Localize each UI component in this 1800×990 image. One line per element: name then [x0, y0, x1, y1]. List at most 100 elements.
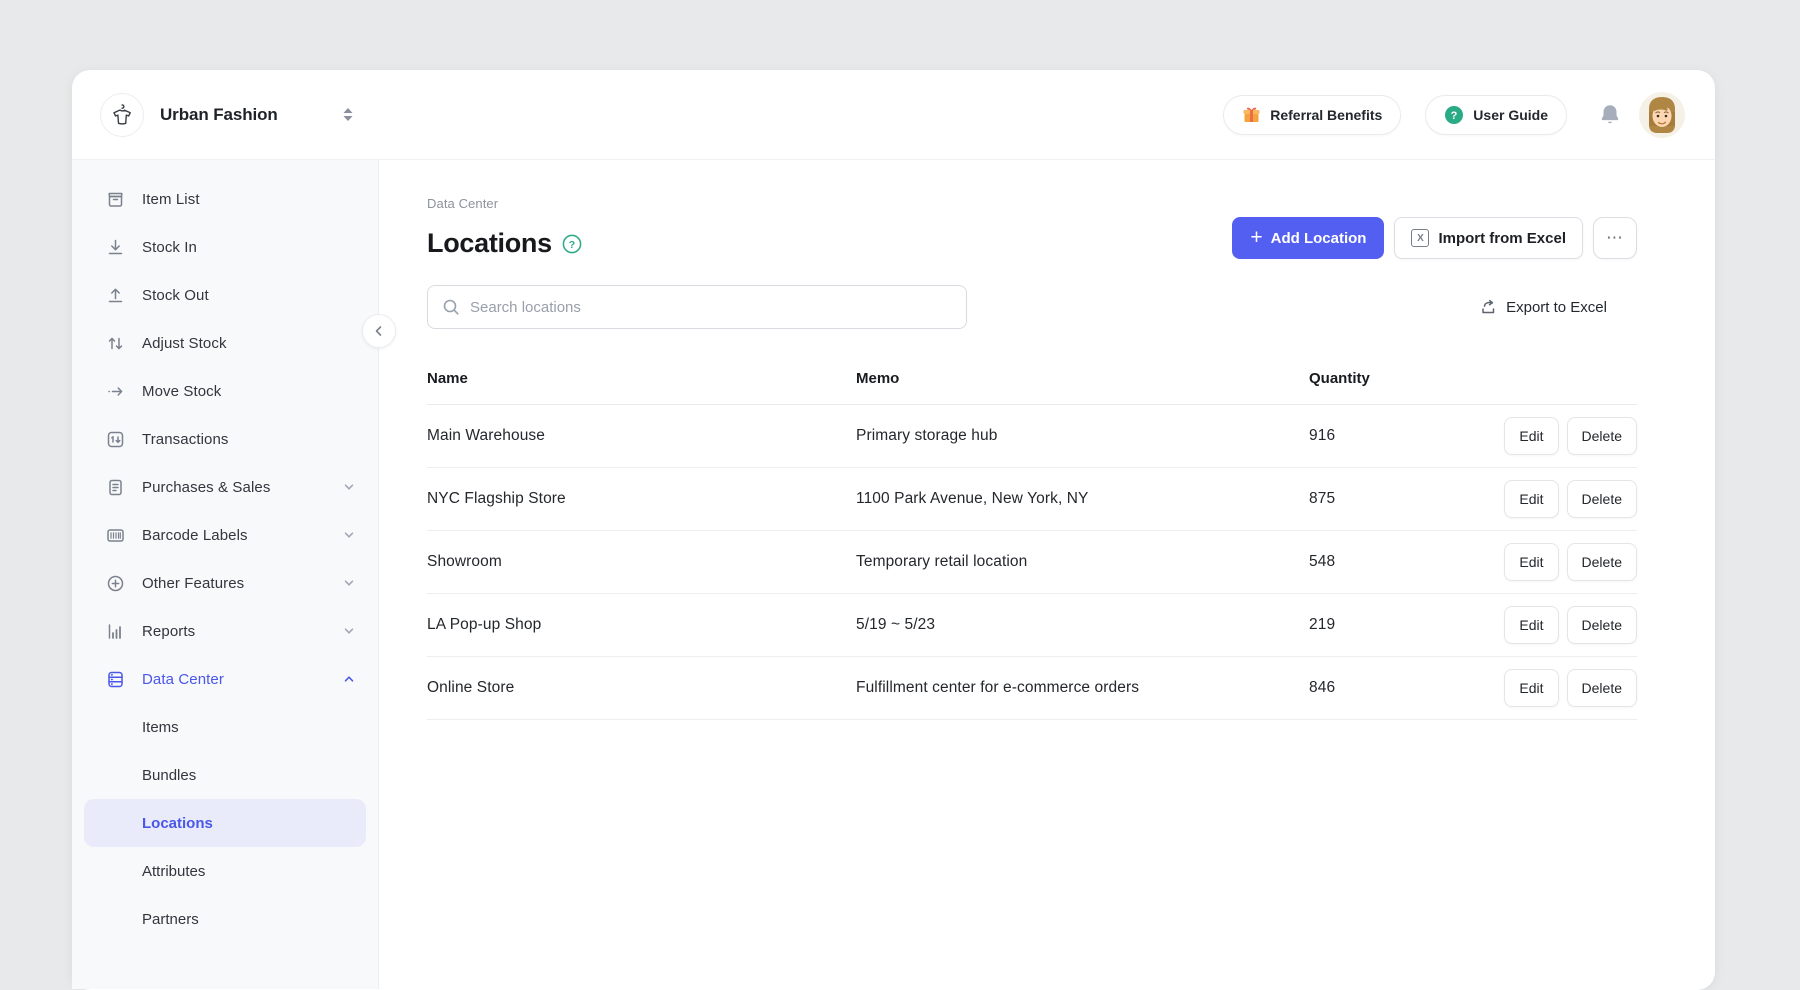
sidebar-subitem-attributes[interactable]: Attributes: [84, 847, 366, 895]
column-header-quantity: Quantity: [1309, 370, 1449, 387]
help-filled-icon: ?: [1444, 105, 1464, 125]
user-guide-label: User Guide: [1473, 107, 1548, 123]
search-icon: [442, 298, 460, 316]
cell-name: Online Store: [427, 679, 856, 697]
ellipsis-icon: ⋯: [1606, 228, 1624, 248]
barcode-icon: [105, 526, 125, 545]
sidebar-collapse-button[interactable]: [362, 314, 396, 348]
user-guide-button[interactable]: ? User Guide: [1425, 95, 1567, 135]
add-location-button[interactable]: + Add Location: [1232, 217, 1384, 259]
export-icon: [1479, 298, 1497, 316]
cell-memo: 1100 Park Avenue, New York, NY: [856, 490, 1309, 508]
referral-benefits-button[interactable]: Referral Benefits: [1223, 95, 1401, 135]
cell-quantity: 548: [1309, 553, 1449, 571]
cell-memo: Temporary retail location: [856, 553, 1309, 571]
move-arrow-icon: [105, 382, 125, 401]
cell-name: NYC Flagship Store: [427, 490, 856, 508]
sidebar-item-move-stock[interactable]: Move Stock: [72, 367, 378, 415]
main-content: Data Center Locations ? + Add Location: [379, 160, 1715, 989]
sidebar-subitem-bundles[interactable]: Bundles: [84, 751, 366, 799]
column-header-memo: Memo: [856, 370, 1309, 387]
sidebar-item-stock-in[interactable]: Stock In: [72, 223, 378, 271]
page-title: Locations: [427, 228, 552, 259]
chevron-down-icon: [342, 528, 356, 542]
chevron-up-icon: [342, 672, 356, 686]
locations-table: Name Memo Quantity Main WarehousePrimary…: [427, 353, 1637, 720]
sidebar-item-barcode-labels[interactable]: Barcode Labels: [72, 511, 378, 559]
delete-button[interactable]: Delete: [1567, 669, 1637, 707]
package-icon: [105, 190, 125, 209]
table-row: NYC Flagship Store1100 Park Avenue, New …: [427, 468, 1637, 531]
sidebar-item-stock-out[interactable]: Stock Out: [72, 271, 378, 319]
cell-name: Main Warehouse: [427, 427, 856, 445]
svg-text:?: ?: [569, 238, 575, 250]
export-to-excel-button[interactable]: Export to Excel: [1479, 298, 1607, 316]
table-row: ShowroomTemporary retail location548 Edit…: [427, 531, 1637, 594]
sidebar-subitem-locations[interactable]: Locations: [84, 799, 366, 847]
adjust-arrows-icon: [105, 334, 125, 353]
notifications-bell-icon[interactable]: [1597, 102, 1623, 128]
sidebar: Item ListStock InStock OutAdjust StockMo…: [72, 160, 379, 989]
workspace-logo[interactable]: [100, 93, 144, 137]
column-header-name: Name: [427, 370, 856, 387]
more-options-button[interactable]: ⋯: [1593, 217, 1637, 259]
edit-button[interactable]: Edit: [1504, 606, 1558, 644]
chevron-down-icon: [342, 624, 356, 638]
sidebar-item-other-features[interactable]: Other Features: [72, 559, 378, 607]
cell-memo: Fulfillment center for e-commerce orders: [856, 679, 1309, 697]
table-row: LA Pop-up Shop5/19 ~ 5/23219 EditDelete: [427, 594, 1637, 657]
chevron-down-icon: [342, 576, 356, 590]
delete-button[interactable]: Delete: [1567, 606, 1637, 644]
svg-text:?: ?: [1451, 110, 1458, 122]
cell-quantity: 916: [1309, 427, 1449, 445]
bar-chart-icon: [105, 622, 125, 641]
tshirt-icon: [109, 102, 135, 128]
import-from-excel-button[interactable]: X Import from Excel: [1394, 217, 1583, 259]
workspace-name: Urban Fashion: [160, 105, 278, 125]
cell-name: Showroom: [427, 553, 856, 571]
cell-memo: Primary storage hub: [856, 427, 1309, 445]
sidebar-subitem-items[interactable]: Items: [84, 703, 366, 751]
edit-button[interactable]: Edit: [1504, 480, 1558, 518]
workspace-switcher-icon[interactable]: [342, 107, 354, 122]
table-row: Online StoreFulfillment center for e-com…: [427, 657, 1637, 720]
sidebar-item-adjust-stock[interactable]: Adjust Stock: [72, 319, 378, 367]
document-icon: [105, 478, 125, 497]
database-icon: [105, 670, 125, 689]
cell-name: LA Pop-up Shop: [427, 616, 856, 634]
app-window: Urban Fashion Referral Benefits: [72, 70, 1715, 990]
top-header: Urban Fashion Referral Benefits: [72, 70, 1715, 160]
edit-button[interactable]: Edit: [1504, 669, 1558, 707]
chevron-down-icon: [342, 480, 356, 494]
delete-button[interactable]: Delete: [1567, 543, 1637, 581]
plus-icon: +: [1250, 227, 1262, 248]
cell-quantity: 875: [1309, 490, 1449, 508]
sidebar-subitem-partners[interactable]: Partners: [84, 895, 366, 943]
sidebar-item-transactions[interactable]: Transactions: [72, 415, 378, 463]
search-box[interactable]: [427, 285, 967, 329]
stock-out-icon: [105, 286, 125, 305]
breadcrumb: Data Center: [427, 196, 1637, 211]
delete-button[interactable]: Delete: [1567, 417, 1637, 455]
table-row: Main WarehousePrimary storage hub916 Edit…: [427, 405, 1637, 468]
cell-quantity: 219: [1309, 616, 1449, 634]
sidebar-item-data-center[interactable]: Data Center: [72, 655, 378, 703]
sidebar-item-reports[interactable]: Reports: [72, 607, 378, 655]
delete-button[interactable]: Delete: [1567, 480, 1637, 518]
user-avatar[interactable]: [1639, 92, 1685, 138]
cell-quantity: 846: [1309, 679, 1449, 697]
help-outline-icon[interactable]: ?: [562, 234, 582, 254]
sidebar-item-purchases-sales[interactable]: Purchases & Sales: [72, 463, 378, 511]
search-input[interactable]: [470, 299, 952, 316]
cell-memo: 5/19 ~ 5/23: [856, 616, 1309, 634]
table-header-row: Name Memo Quantity: [427, 353, 1637, 405]
transactions-icon: [105, 430, 125, 449]
plus-circle-icon: [105, 574, 125, 593]
edit-button[interactable]: Edit: [1504, 417, 1558, 455]
gift-icon: [1242, 105, 1261, 124]
stock-in-icon: [105, 238, 125, 257]
edit-button[interactable]: Edit: [1504, 543, 1558, 581]
excel-file-icon: X: [1411, 229, 1429, 247]
referral-benefits-label: Referral Benefits: [1270, 107, 1382, 123]
sidebar-item-item-list[interactable]: Item List: [72, 175, 378, 223]
